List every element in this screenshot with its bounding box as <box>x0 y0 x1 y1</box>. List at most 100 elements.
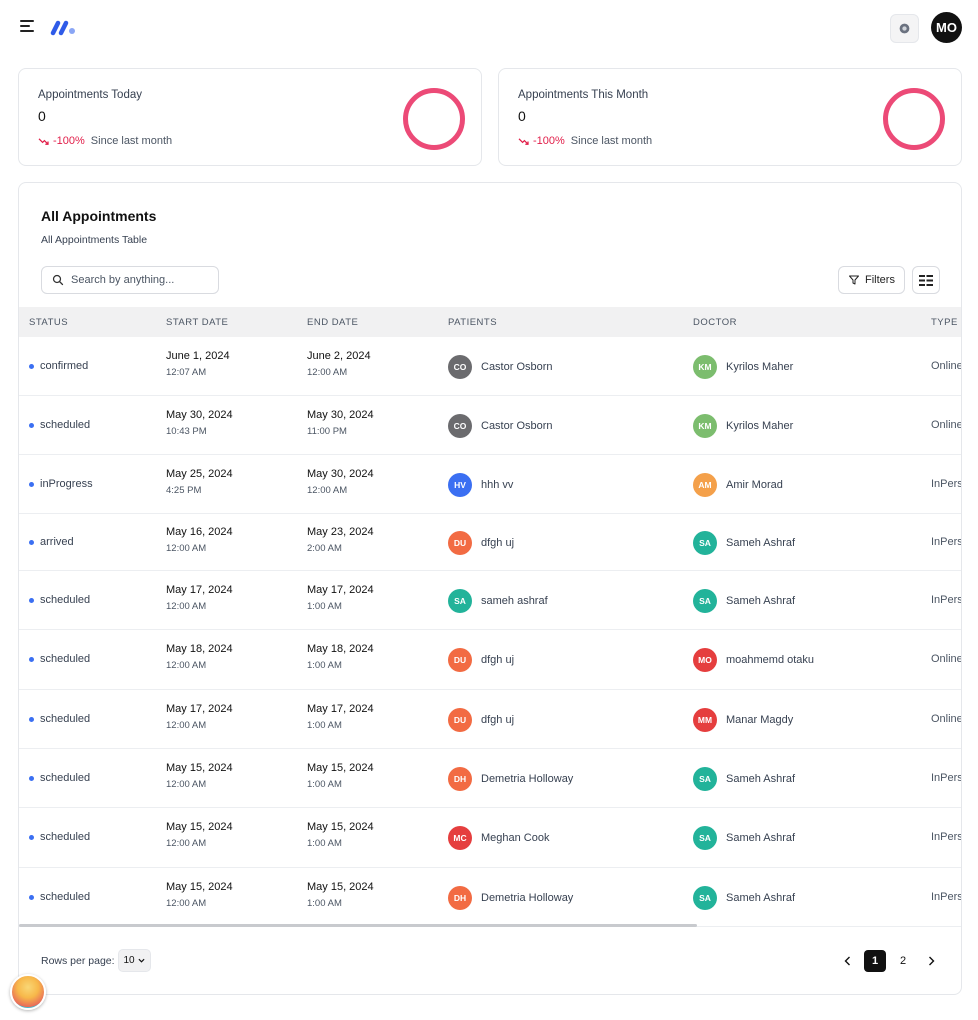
user-avatar[interactable]: MO <box>931 12 962 43</box>
stat-card-today: Appointments Today 0 -100% Since last mo… <box>18 68 482 166</box>
table-row[interactable]: scheduled May 18, 2024 12:00 AM May 18, 202… <box>19 630 962 690</box>
page-1-button[interactable]: 1 <box>864 950 886 972</box>
doctor-name: Kyrilos Maher <box>726 420 794 432</box>
end-date: May 15, 2024 <box>307 762 374 774</box>
doctor-cell: KM Kyrilos Maher <box>693 355 793 379</box>
search-box[interactable] <box>41 266 219 294</box>
column-header-doctor[interactable]: DOCTOR <box>693 317 737 328</box>
start-date-cell: May 17, 2024 12:00 AM <box>166 703 233 731</box>
doctor-cell: SA Sameh Ashraf <box>693 531 795 555</box>
stat-title: Appointments This Month <box>518 89 649 101</box>
view-options-button[interactable] <box>912 266 940 294</box>
patient-avatar: MC <box>448 826 472 850</box>
status-dot <box>29 775 34 781</box>
table-row[interactable]: scheduled May 15, 2024 12:00 AM May 15, 202… <box>19 808 961 868</box>
status-text: scheduled <box>40 713 91 725</box>
end-date-cell: May 18, 2024 1:00 AM <box>307 643 374 671</box>
doctor-cell: MM Manar Magdy <box>693 708 793 732</box>
filters-button[interactable]: Filters <box>838 266 905 294</box>
table-row[interactable]: scheduled May 17, 2024 12:00 AM May 17, 202… <box>19 571 961 630</box>
end-time: 2:00 AM <box>307 543 342 554</box>
stat-ring-chart <box>403 88 465 150</box>
status-cell: arrived <box>29 536 74 548</box>
column-header-patients[interactable]: PATIENTS <box>448 317 497 328</box>
patient-name: Castor Osborn <box>481 420 553 432</box>
column-header-end-date[interactable]: END DATE <box>307 317 358 328</box>
end-date: May 23, 2024 <box>307 526 374 538</box>
table-subtitle: All Appointments Table <box>41 234 148 246</box>
status-dot <box>29 363 34 369</box>
start-date: May 15, 2024 <box>166 762 233 774</box>
table-header: STATUS START DATE END DATE PATIENTS DOCT… <box>19 307 961 337</box>
trend-down-icon <box>518 137 529 145</box>
patient-avatar: DU <box>448 648 472 672</box>
status-dot <box>29 656 34 662</box>
table-row[interactable]: confirmed June 1, 2024 12:07 AM June 2, 202… <box>19 337 961 396</box>
rows-per-page-select[interactable]: 10 <box>117 949 151 972</box>
search-icon <box>52 274 64 286</box>
type-cell: Online <box>931 713 962 725</box>
status-text: scheduled <box>40 653 91 665</box>
stat-since: Since last month <box>90 135 173 147</box>
status-cell: scheduled <box>29 772 90 784</box>
type-cell: InPerson <box>931 478 962 490</box>
start-time: 4:25 PM <box>166 485 202 496</box>
table-row[interactable]: scheduled May 30, 2024 10:43 PM May 30, 202… <box>19 396 961 455</box>
patient-cell: DH Demetria Holloway <box>448 767 573 791</box>
end-date: May 15, 2024 <box>307 821 374 833</box>
next-page-button[interactable] <box>920 950 942 972</box>
column-header-start-date[interactable]: START DATE <box>166 317 228 328</box>
status-text: confirmed <box>40 360 89 372</box>
chevron-left-icon <box>844 956 850 966</box>
start-time: 12:00 AM <box>166 660 207 671</box>
menu-icon[interactable] <box>20 20 36 34</box>
patient-cell: DU dfgh uj <box>448 708 514 732</box>
start-date-cell: May 15, 2024 12:00 AM <box>166 881 233 909</box>
patient-name: sameh ashraf <box>481 595 548 607</box>
type-cell: InPerson <box>931 891 962 903</box>
doctor-cell: SA Sameh Ashraf <box>693 886 795 910</box>
patient-avatar: SA <box>448 589 472 613</box>
beach-widget-icon[interactable] <box>10 974 46 1010</box>
start-date-cell: May 30, 2024 10:43 PM <box>166 409 233 437</box>
horizontal-scrollbar[interactable] <box>19 924 697 927</box>
end-date-cell: May 15, 2024 1:00 AM <box>307 881 374 909</box>
status-text: scheduled <box>40 419 91 431</box>
type-cell: Online <box>931 653 962 665</box>
patient-avatar: CO <box>448 355 472 379</box>
end-date-cell: May 23, 2024 2:00 AM <box>307 526 374 554</box>
end-date: May 18, 2024 <box>307 643 374 655</box>
chevron-down-icon <box>138 958 145 963</box>
start-date: May 17, 2024 <box>166 703 233 715</box>
start-date: May 16, 2024 <box>166 526 233 538</box>
stat-title: Appointments Today <box>38 89 142 101</box>
patient-cell: DU dfgh uj <box>448 648 514 672</box>
table-row[interactable]: inProgress May 25, 2024 4:25 PM May 30, 202… <box>19 455 962 514</box>
patient-avatar: DH <box>448 767 472 791</box>
app-logo[interactable] <box>50 18 78 38</box>
start-time: 10:43 PM <box>166 426 207 437</box>
type-cell: InPerson <box>931 536 962 548</box>
table-row[interactable]: scheduled May 15, 2024 12:00 AM May 15, 202… <box>19 868 962 927</box>
column-header-status[interactable]: STATUS <box>29 317 68 328</box>
end-date: May 17, 2024 <box>307 584 374 596</box>
end-date: June 2, 2024 <box>307 350 371 362</box>
start-date-cell: May 18, 2024 12:00 AM <box>166 643 233 671</box>
start-date-cell: June 1, 2024 12:07 AM <box>166 350 230 378</box>
page-2-button[interactable]: 2 <box>892 950 914 972</box>
search-input[interactable] <box>71 274 211 286</box>
doctor-avatar: MO <box>693 648 717 672</box>
previous-page-button[interactable] <box>836 950 858 972</box>
column-header-type[interactable]: TYPE <box>931 317 958 328</box>
table-row[interactable]: scheduled May 17, 2024 12:00 AM May 17, 202… <box>19 690 962 749</box>
status-cell: confirmed <box>29 360 88 372</box>
table-row[interactable]: arrived May 16, 2024 12:00 AM May 23, 2024 2… <box>19 514 962 571</box>
settings-button[interactable] <box>890 14 919 43</box>
status-cell: scheduled <box>29 891 90 903</box>
table-row[interactable]: scheduled May 15, 2024 12:00 AM May 15, 202… <box>19 749 961 808</box>
status-cell: scheduled <box>29 594 90 606</box>
doctor-avatar: SA <box>693 886 717 910</box>
status-text: arrived <box>40 536 74 548</box>
columns-icon <box>919 274 933 286</box>
start-date: May 25, 2024 <box>166 468 233 480</box>
